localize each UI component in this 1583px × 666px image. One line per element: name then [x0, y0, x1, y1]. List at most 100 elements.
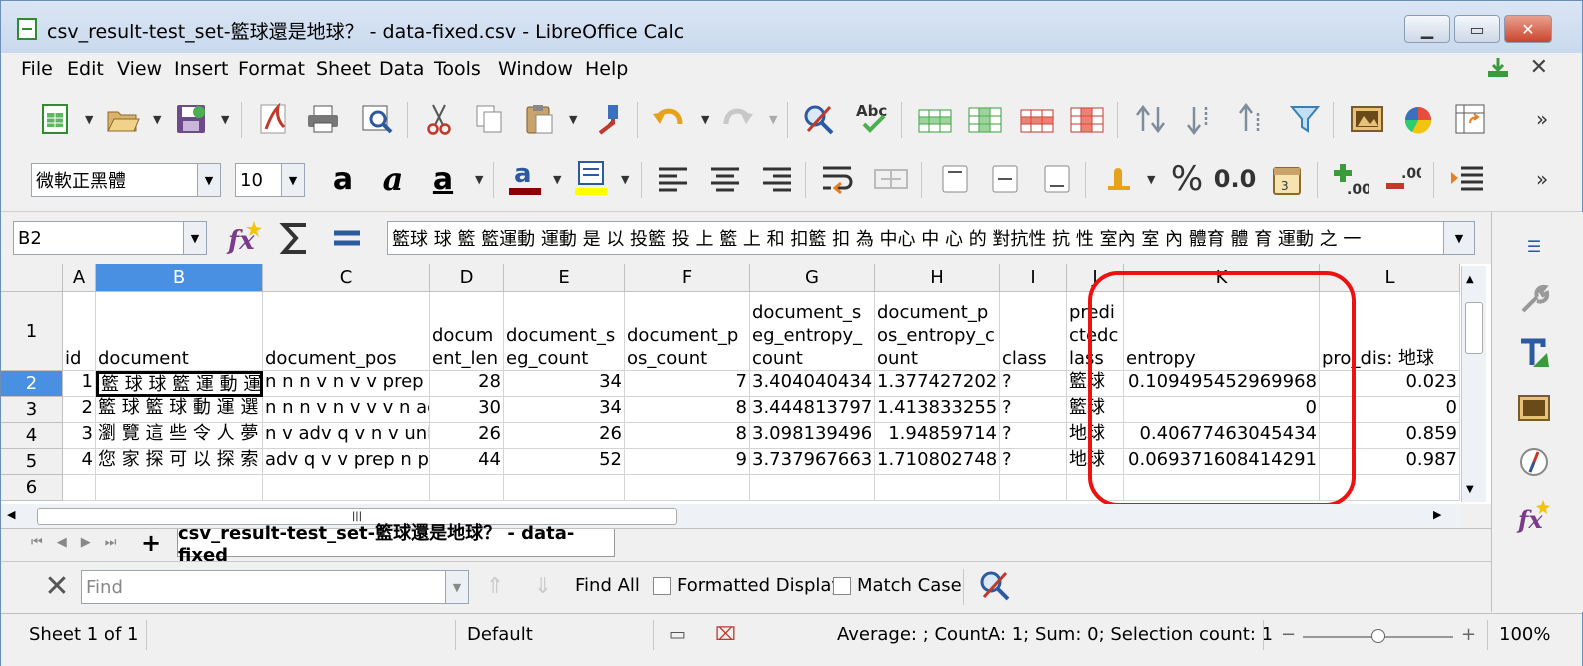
copy-icon[interactable] [469, 99, 509, 139]
date-format-icon[interactable]: 3 [1267, 159, 1307, 199]
table-cell[interactable]: 0.859 [1320, 423, 1460, 449]
name-box[interactable]: B2 ▼ [13, 221, 207, 255]
table-cell[interactable]: 籃 球 球 籃 運 動 運 [96, 371, 263, 397]
formatted-display-checkbox[interactable] [653, 577, 671, 595]
column-header-f[interactable]: F [625, 264, 750, 292]
table-cell[interactable]: ? [1000, 423, 1067, 449]
table-cell[interactable]: 44 [430, 449, 504, 475]
table-cell[interactable]: 30 [430, 397, 504, 423]
table-cell[interactable]: 3 [63, 423, 96, 449]
open-dropdown-arrow[interactable]: ▼ [153, 113, 161, 126]
currency-format-icon[interactable] [1099, 159, 1139, 199]
row-header-2[interactable]: 2 [1, 371, 63, 397]
header-cell[interactable]: entropy [1124, 292, 1320, 371]
close-button[interactable]: ✕ [1504, 15, 1552, 43]
update-download-icon[interactable] [1486, 57, 1510, 79]
column-header-c[interactable]: C [263, 264, 430, 292]
row-header-5[interactable]: 5 [1, 449, 63, 475]
menu-insert[interactable]: Insert [174, 58, 229, 80]
row-header-4[interactable]: 4 [1, 423, 63, 449]
row-header-1[interactable]: 1 [1, 292, 63, 371]
page-style[interactable]: Default [467, 624, 533, 645]
table-cell[interactable]: 8 [625, 397, 750, 423]
undo-icon[interactable] [649, 99, 689, 139]
insert-row-icon[interactable] [915, 99, 955, 139]
table-cell[interactable]: 1.413833255 [875, 397, 1000, 423]
header-cell[interactable]: id [63, 292, 96, 371]
vertical-scrollbar[interactable]: ▲ ▼ [1461, 266, 1486, 502]
menu-window[interactable]: Window [498, 58, 573, 80]
column-header-e[interactable]: E [504, 264, 625, 292]
header-cell[interactable]: document_pos [263, 292, 430, 371]
table-cell[interactable]: 3.404040434 [750, 371, 875, 397]
header-cell[interactable]: predictedclass [1067, 292, 1124, 371]
column-header-k[interactable]: K [1124, 264, 1320, 292]
font-size-combo[interactable]: 10 ▼ [235, 163, 305, 197]
column-header-j[interactable]: J [1067, 264, 1124, 292]
selection-summary[interactable]: Average: ; CountA: 1; Sum: 0; Selection … [837, 624, 1273, 645]
find-input[interactable]: Find ▼ [81, 570, 469, 604]
header-cell[interactable]: document_pos_count [625, 292, 750, 371]
currency-dropdown-arrow[interactable]: ▼ [1147, 173, 1155, 186]
table-cell[interactable]: 52 [504, 449, 625, 475]
empty-cell[interactable] [750, 475, 875, 501]
font-color-dropdown-arrow[interactable]: ▼ [553, 173, 561, 186]
select-all-corner[interactable] [1, 264, 63, 292]
delete-column-icon[interactable] [1067, 99, 1107, 139]
insert-column-icon[interactable] [965, 99, 1005, 139]
column-header-b[interactable]: B [96, 264, 263, 292]
menu-file[interactable]: File [21, 58, 53, 80]
redo-icon[interactable] [717, 99, 757, 139]
empty-cell[interactable] [263, 475, 430, 501]
match-case-checkbox[interactable] [833, 577, 851, 595]
new-document-icon[interactable] [35, 99, 75, 139]
selection-mode-icon[interactable]: ▭ [669, 624, 686, 645]
table-cell[interactable]: n v adv q v n v unl [263, 423, 430, 449]
empty-cell[interactable] [504, 475, 625, 501]
menu-data[interactable]: Data [379, 58, 424, 80]
insert-chart-icon[interactable] [1399, 99, 1439, 139]
table-cell[interactable]: adv q v v prep n pr [263, 449, 430, 475]
paste-icon[interactable] [519, 99, 559, 139]
table-cell[interactable]: 地球 [1067, 423, 1124, 449]
tab-navigation-arrows[interactable]: ⏮◀▶⏭ [31, 535, 130, 550]
name-box-dropdown-arrow[interactable]: ▼ [183, 222, 206, 254]
document-modified-icon[interactable]: ⌧ [715, 624, 736, 645]
table-cell[interactable]: 地球 [1067, 449, 1124, 475]
table-cell[interactable]: 0 [1124, 397, 1320, 423]
scroll-down-arrow[interactable]: ▼ [1466, 484, 1474, 495]
table-cell[interactable]: 1.94859714 [875, 423, 1000, 449]
table-cell[interactable]: n n n v n v v prep [263, 371, 430, 397]
empty-cell[interactable] [430, 475, 504, 501]
close-find-bar-icon[interactable]: ✕ [37, 566, 77, 606]
clone-formatting-icon[interactable] [589, 99, 629, 139]
menu-help[interactable]: Help [585, 58, 628, 80]
delete-row-icon[interactable] [1017, 99, 1057, 139]
save-dropdown-arrow[interactable]: ▼ [221, 113, 229, 126]
table-cell[interactable]: 2 [63, 397, 96, 423]
table-cell[interactable]: 7 [625, 371, 750, 397]
column-header-l[interactable]: L [1320, 264, 1460, 292]
underline-dropdown-arrow[interactable]: ▼ [475, 173, 483, 186]
menu-edit[interactable]: Edit [67, 58, 104, 80]
scroll-up-arrow[interactable]: ▲ [1466, 274, 1474, 285]
highlight-color-icon[interactable] [571, 157, 611, 197]
maximize-button[interactable]: ▭ [1454, 15, 1500, 43]
scroll-right-arrow[interactable]: ▶ [1433, 508, 1441, 521]
sort-ascending-icon[interactable] [1181, 99, 1221, 139]
table-cell[interactable]: 3.737967663 [750, 449, 875, 475]
sum-icon[interactable] [275, 218, 315, 258]
find-previous-icon[interactable]: ⇑ [475, 566, 515, 606]
table-cell[interactable]: 4 [63, 449, 96, 475]
redo-dropdown-arrow[interactable]: ▼ [769, 113, 777, 126]
table-cell[interactable]: 26 [430, 423, 504, 449]
find-all-button[interactable]: Find All [575, 575, 640, 596]
table-cell[interactable]: 3.098139496 [750, 423, 875, 449]
undo-dropdown-arrow[interactable]: ▼ [701, 113, 709, 126]
table-cell[interactable]: ? [1000, 449, 1067, 475]
increase-indent-icon[interactable] [1447, 159, 1487, 199]
sheet-tab-active[interactable]: csv_result-test_set-籃球還是地球？ - data-fixed [177, 523, 615, 566]
table-cell[interactable]: 3.444813797 [750, 397, 875, 423]
spreadsheet-grid[interactable]: A B C D E F G H I J K L 1 2 3 4 5 6 id document document_pos… [1, 264, 1491, 504]
zoom-slider-handle[interactable] [1371, 629, 1385, 643]
